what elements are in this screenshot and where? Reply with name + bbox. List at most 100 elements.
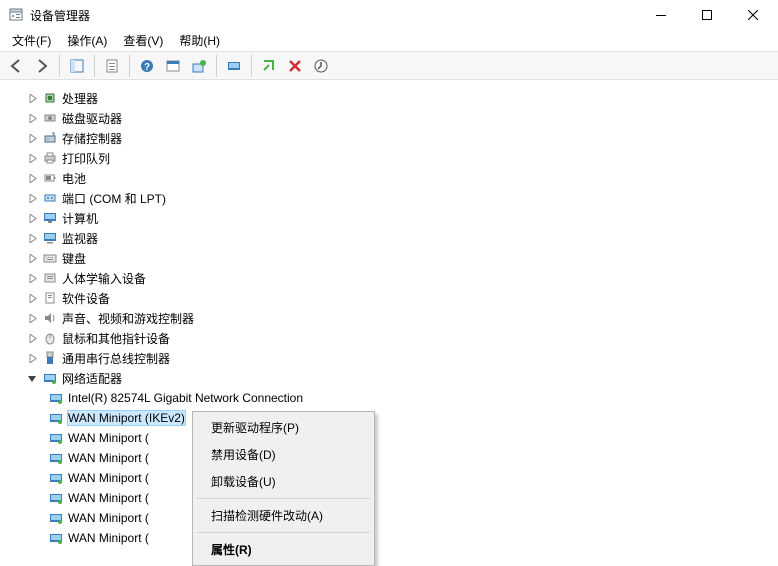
tree-category[interactable]: 监视器 [4, 228, 774, 248]
computer-icon [42, 210, 58, 226]
tree-category[interactable]: 电池 [4, 168, 774, 188]
tree-label: WAN Miniport ( [68, 511, 149, 525]
tree-category[interactable]: 鼠标和其他指针设备 [4, 328, 774, 348]
tree-label: 通用串行总线控制器 [62, 350, 170, 367]
tree-device[interactable]: WAN Miniport ( [4, 448, 774, 468]
maximize-button[interactable] [684, 0, 730, 30]
context-menu-item[interactable]: 更新驱动程序(P) [195, 414, 372, 441]
expand-icon[interactable] [24, 90, 40, 106]
tree-label: WAN Miniport ( [68, 471, 149, 485]
context-menu-item[interactable]: 属性(R) [195, 536, 372, 563]
tree-category[interactable]: 软件设备 [4, 288, 774, 308]
context-menu-separator [196, 532, 371, 533]
expand-icon[interactable] [24, 310, 40, 326]
tree-label: WAN Miniport ( [68, 431, 149, 445]
svg-text:?: ? [144, 62, 150, 73]
context-menu-item[interactable]: 扫描检测硬件改动(A) [195, 502, 372, 529]
expand-icon[interactable] [24, 130, 40, 146]
uninstall-button[interactable] [283, 54, 307, 78]
network-icon [42, 370, 58, 386]
toolbar-separator [59, 55, 60, 77]
toolbar: ? [0, 51, 778, 80]
menu-action[interactable]: 操作(A) [59, 30, 115, 51]
tree-label: 鼠标和其他指针设备 [62, 330, 170, 347]
tree-device[interactable]: WAN Miniport ( [4, 508, 774, 528]
tree-label: 网络适配器 [62, 370, 122, 387]
battery-icon [42, 170, 58, 186]
sound-icon [42, 310, 58, 326]
update-driver-button[interactable] [222, 54, 246, 78]
context-menu-item[interactable]: 禁用设备(D) [195, 441, 372, 468]
tree-category[interactable]: 键盘 [4, 248, 774, 268]
tree-label: WAN Miniport ( [68, 491, 149, 505]
network-adapter-icon [48, 490, 64, 506]
show-hide-tree-button[interactable] [65, 54, 89, 78]
close-button[interactable] [730, 0, 776, 30]
tree-device[interactable]: WAN Miniport ( [4, 468, 774, 488]
tree-device[interactable]: WAN Miniport ( [4, 528, 774, 548]
properties-button[interactable] [100, 54, 124, 78]
back-button[interactable] [4, 54, 28, 78]
context-menu: 更新驱动程序(P)禁用设备(D)卸载设备(U) 扫描检测硬件改动(A) 属性(R) [192, 411, 375, 566]
tree-category[interactable]: 打印队列 [4, 148, 774, 168]
help-button[interactable]: ? [135, 54, 159, 78]
menu-help[interactable]: 帮助(H) [171, 30, 228, 51]
tree-device[interactable]: WAN Miniport (IKEv2) [4, 408, 774, 428]
expand-icon[interactable] [24, 150, 40, 166]
enable-button[interactable] [257, 54, 281, 78]
toolbar-separator [129, 55, 130, 77]
software-icon [42, 290, 58, 306]
tree-device[interactable]: WAN Miniport ( [4, 488, 774, 508]
menu-view[interactable]: 查看(V) [115, 30, 171, 51]
tree-category[interactable]: 处理器 [4, 88, 774, 108]
action-button[interactable] [161, 54, 185, 78]
expand-icon[interactable] [24, 230, 40, 246]
expand-icon[interactable] [24, 210, 40, 226]
tree-device[interactable]: WAN Miniport ( [4, 428, 774, 448]
forward-button[interactable] [30, 54, 54, 78]
toolbar-separator [94, 55, 95, 77]
tree-category[interactable]: 端口 (COM 和 LPT) [4, 188, 774, 208]
collapse-icon[interactable] [24, 370, 40, 386]
keyboard-icon [42, 250, 58, 266]
expand-icon[interactable] [24, 250, 40, 266]
tree-label: 监视器 [62, 230, 98, 247]
toolbar-separator [251, 55, 252, 77]
tree-category[interactable]: 计算机 [4, 208, 774, 228]
expand-icon[interactable] [24, 110, 40, 126]
toolbar-separator [216, 55, 217, 77]
storage-icon [42, 130, 58, 146]
tree-category[interactable]: 通用串行总线控制器 [4, 348, 774, 368]
tree-device[interactable]: Intel(R) 82574L Gigabit Network Connecti… [4, 388, 774, 408]
cpu-icon [42, 90, 58, 106]
tree-label: 声音、视频和游戏控制器 [62, 310, 194, 327]
expand-icon[interactable] [24, 330, 40, 346]
tree-category[interactable]: 声音、视频和游戏控制器 [4, 308, 774, 328]
expand-icon[interactable] [24, 290, 40, 306]
tree-label: 处理器 [62, 90, 98, 107]
tree-label: 电池 [62, 170, 86, 187]
tree-label: 端口 (COM 和 LPT) [62, 190, 166, 207]
expand-icon[interactable] [24, 350, 40, 366]
tree-label: 存储控制器 [62, 130, 122, 147]
scan-hardware-button[interactable] [187, 54, 211, 78]
app-icon [8, 7, 24, 23]
menu-file[interactable]: 文件(F) [4, 30, 59, 51]
tree-category[interactable]: 磁盘驱动器 [4, 108, 774, 128]
device-tree[interactable]: 处理器磁盘驱动器存储控制器打印队列电池端口 (COM 和 LPT)计算机监视器键… [0, 80, 778, 548]
update-button[interactable] [309, 54, 333, 78]
context-menu-item[interactable]: 卸载设备(U) [195, 468, 372, 495]
tree-category[interactable]: 存储控制器 [4, 128, 774, 148]
tree-category[interactable]: 人体学输入设备 [4, 268, 774, 288]
tree-category-network[interactable]: 网络适配器 [4, 368, 774, 388]
menubar: 文件(F) 操作(A) 查看(V) 帮助(H) [0, 30, 778, 51]
network-adapter-icon [48, 530, 64, 546]
tree-label: Intel(R) 82574L Gigabit Network Connecti… [68, 391, 303, 405]
minimize-button[interactable] [638, 0, 684, 30]
network-adapter-icon [48, 430, 64, 446]
expand-icon[interactable] [24, 170, 40, 186]
display-icon [42, 230, 58, 246]
window-title: 设备管理器 [30, 7, 638, 24]
expand-icon[interactable] [24, 190, 40, 206]
expand-icon[interactable] [24, 270, 40, 286]
